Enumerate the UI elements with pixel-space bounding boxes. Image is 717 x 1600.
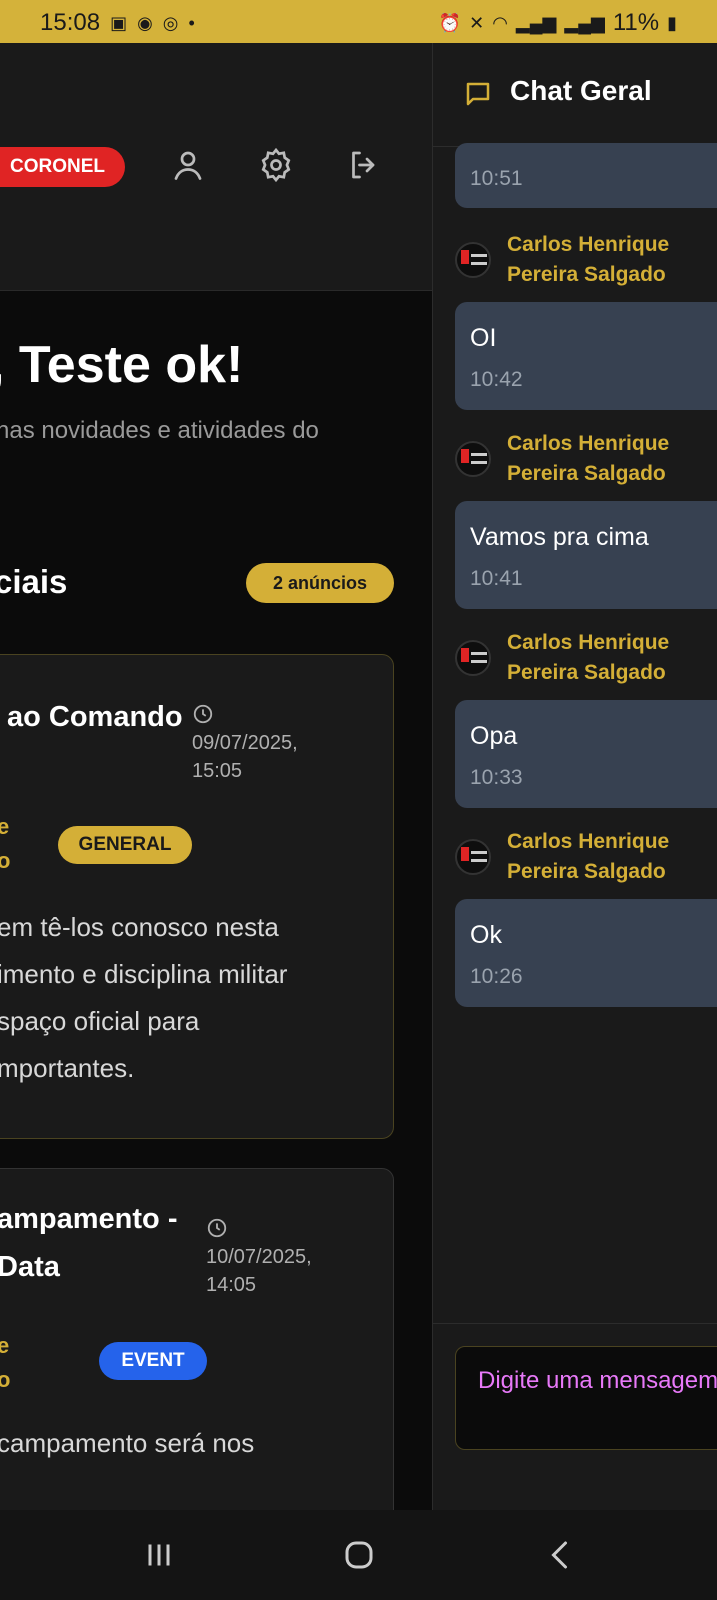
status-left: 15:08 ▣ ◉ ◎ •: [40, 9, 195, 37]
battery-icon: ▮: [667, 12, 677, 33]
role-badge: CORONEL: [0, 147, 125, 187]
status-bar: 15:08 ▣ ◉ ◎ • ⏰ ✕ ◠ ▂▄▆ ▂▄▆ 11% ▮: [0, 0, 717, 43]
chat-message: Vamos pra cima 10:41: [455, 501, 717, 609]
time-line: 15:05: [192, 760, 243, 782]
sender-line: Carlos Henrique: [507, 432, 670, 455]
chat-message: Opa 10:33: [455, 700, 717, 808]
avatar: [455, 640, 491, 676]
sender-line: Pereira Salgado: [507, 860, 666, 883]
message-time: 10:42: [470, 368, 523, 391]
message-input[interactable]: Digite uma mensagem: [455, 1346, 717, 1450]
message-text: Vamos pra cima: [470, 523, 649, 551]
status-right: ⏰ ✕ ◠ ▂▄▆ ▂▄▆ 11% ▮: [439, 9, 677, 37]
gallery-icon: ▣: [110, 12, 128, 33]
message-sender: Carlos Henrique Pereira Salgado: [507, 429, 669, 489]
message-time: 10:26: [470, 965, 523, 988]
message-time: 10:33: [470, 766, 523, 789]
author-line: o: [0, 1363, 10, 1397]
alarm-icon: ⏰: [438, 12, 462, 33]
sender-line: Pereira Salgado: [507, 462, 666, 485]
avatar: [455, 242, 491, 278]
android-nav-bar: [0, 1510, 717, 1600]
main-content: CORONEL , Teste ok! nas novidades e ativ…: [0, 43, 432, 1510]
announcement-author: e o: [0, 1329, 10, 1397]
announcement-body: em tê-los conosco nesta imento e discipl…: [0, 904, 287, 1092]
message-sender: Carlos Henrique Pereira Salgado: [507, 230, 669, 290]
category-tag: GENERAL: [58, 826, 192, 864]
welcome-subtitle: nas novidades e atividades do: [0, 417, 319, 444]
chat-message: 10:51: [455, 143, 717, 208]
top-bar: CORONEL: [0, 43, 432, 291]
home-icon[interactable]: [334, 1530, 384, 1580]
message-text: Ok: [470, 921, 502, 949]
announcements-title: ciais: [0, 563, 68, 600]
whatsapp-icon: ◎: [162, 12, 179, 33]
sender-line: Carlos Henrique: [507, 631, 670, 654]
announcement-date: 09/07/2025, 15:05: [192, 729, 298, 785]
settings-icon[interactable]: [258, 147, 294, 183]
sender-line: Carlos Henrique: [507, 233, 670, 256]
announcements-count-badge: 2 anúncios: [246, 563, 394, 603]
wifi-icon: ◠: [492, 12, 508, 33]
chat-header: Chat Geral: [433, 43, 717, 147]
welcome-title: , Teste ok!: [0, 336, 244, 394]
announcement-date: 10/07/2025, 14:05: [206, 1243, 312, 1299]
message-square-icon: [463, 79, 493, 109]
status-time: 15:08: [40, 9, 101, 36]
title-line: Data: [0, 1251, 60, 1283]
message-sender: Carlos Henrique Pereira Salgado: [507, 827, 669, 887]
announcement-body: campamento será nos: [0, 1420, 254, 1467]
time-line: 14:05: [206, 1274, 257, 1296]
message-sender: Carlos Henrique Pereira Salgado: [507, 628, 669, 688]
sender-line: Carlos Henrique: [507, 830, 670, 853]
body-line: imento e disciplina militar: [0, 959, 288, 989]
chat-panel: Chat Geral 10:51 Carlos Henrique Pereira…: [432, 43, 717, 1510]
message-text: Opa: [470, 722, 518, 750]
announcement-card[interactable]: ao Comando 09/07/2025, 15:05 e o GENERAL…: [0, 654, 394, 1139]
announcement-author: e o: [0, 810, 10, 878]
date-line: 10/07/2025,: [206, 1246, 312, 1268]
announcement-card[interactable]: ampamento - Data 10/07/2025, 14:05 e o E…: [0, 1168, 394, 1510]
body-line: spaço oficial para: [0, 1006, 200, 1036]
title-line: ampamento -: [0, 1203, 178, 1235]
signal-icon: ▂▄▆: [564, 12, 605, 33]
author-line: e: [0, 810, 10, 844]
avatar: [455, 441, 491, 477]
category-tag: EVENT: [99, 1342, 207, 1380]
body-line: em tê-los conosco nesta: [0, 912, 279, 942]
date-line: 09/07/2025,: [192, 732, 298, 754]
mute-icon: ✕: [469, 12, 485, 33]
announcement-title: ao Comando: [7, 701, 183, 733]
announcement-title: ampamento - Data: [0, 1195, 177, 1291]
body-line: mportantes.: [0, 1053, 135, 1083]
battery-level: 11%: [612, 9, 660, 36]
chat-title: Chat Geral: [510, 75, 652, 106]
clock-icon: [206, 1217, 228, 1239]
message-time: 10:41: [470, 567, 523, 590]
author-line: o: [0, 844, 10, 878]
message-text: OI: [470, 324, 497, 352]
logout-icon[interactable]: [346, 147, 382, 183]
user-icon[interactable]: [170, 147, 206, 183]
back-icon[interactable]: [536, 1530, 586, 1580]
clock-icon: [192, 703, 214, 725]
sender-line: Pereira Salgado: [507, 263, 666, 286]
chat-message: Ok 10:26: [455, 899, 717, 1007]
message-time: 10:51: [470, 167, 523, 190]
signal-icon: ▂▄▆: [515, 12, 557, 33]
avatar: [455, 839, 491, 875]
sender-line: Pereira Salgado: [507, 661, 666, 684]
chat-footer: Digite uma mensagem: [433, 1323, 717, 1510]
recent-apps-icon[interactable]: [134, 1530, 184, 1580]
author-line: e: [0, 1329, 10, 1363]
chrome-icon: ◉: [137, 12, 153, 33]
dot-icon: •: [188, 12, 195, 33]
body-line: campamento será nos: [0, 1428, 255, 1458]
chat-message: OI 10:42: [455, 302, 717, 410]
